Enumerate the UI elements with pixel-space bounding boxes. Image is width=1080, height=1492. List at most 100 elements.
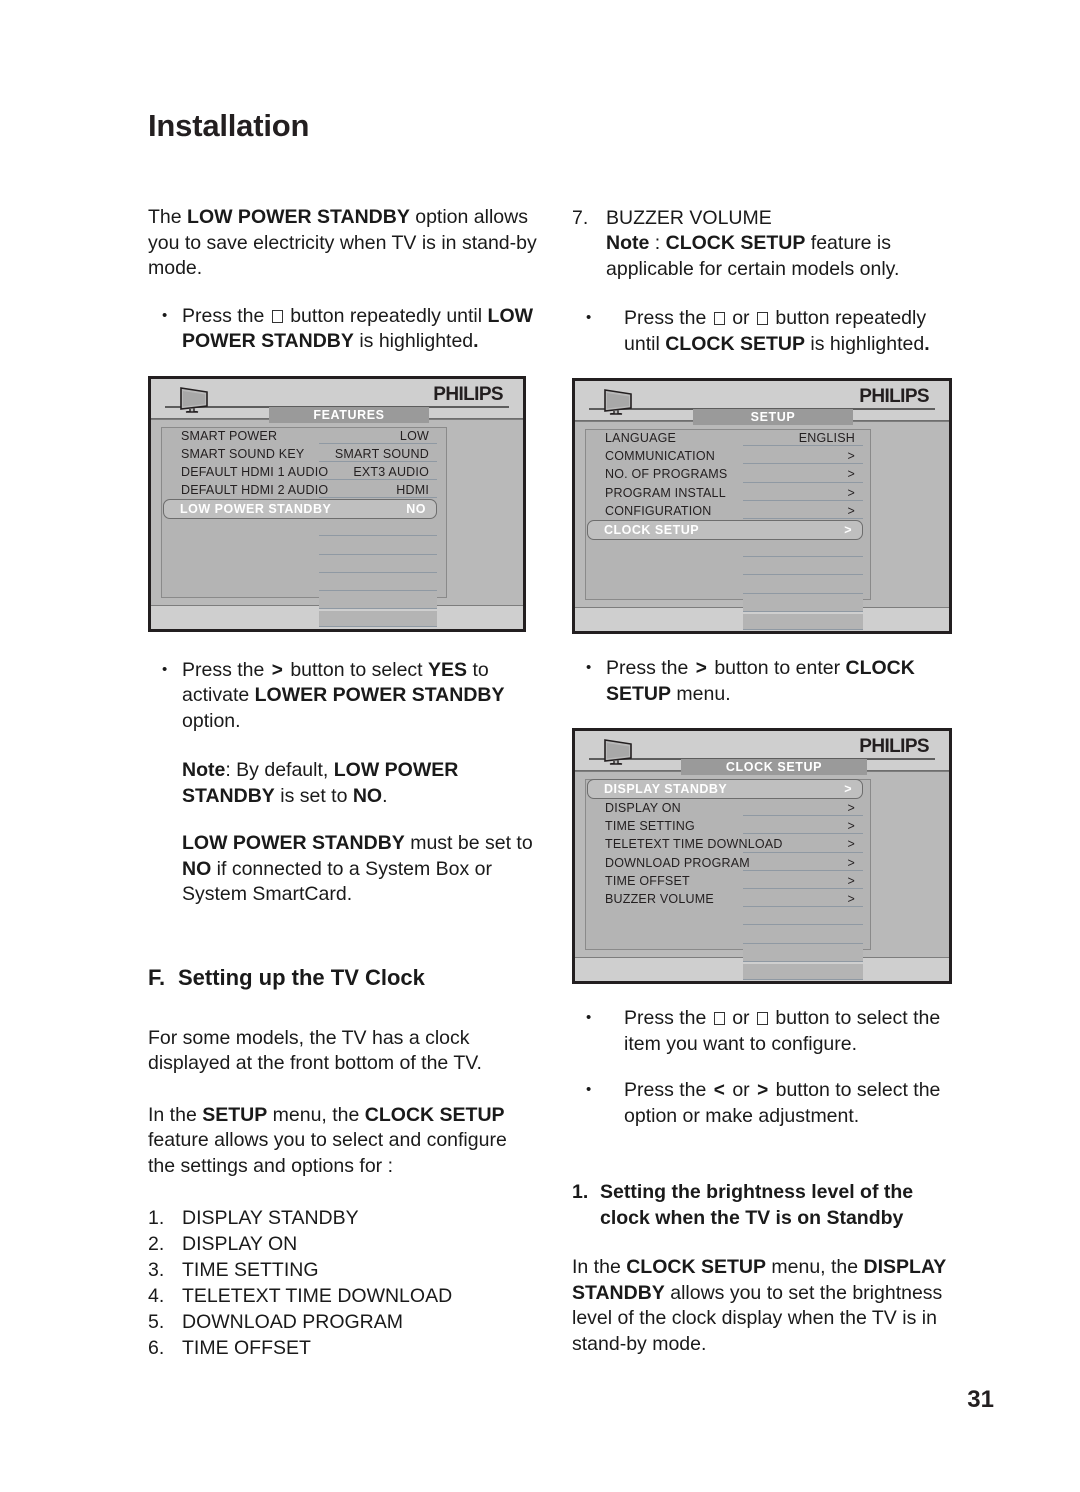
osd-row[interactable]	[585, 558, 939, 576]
osd-row[interactable]	[585, 576, 939, 594]
philips-logo: PHILIPS	[433, 383, 503, 405]
osd-row[interactable]: DEFAULT HDMI 2 AUDIO HDMI	[161, 481, 513, 499]
clock2-bold-setup: SETUP	[202, 1103, 268, 1126]
osd-row[interactable]	[585, 595, 939, 613]
list-item: 4. TELETEXT TIME DOWNLOAD	[148, 1283, 538, 1309]
item7-number: 7.	[572, 207, 589, 229]
osd-row[interactable]: TIME SETTING >	[585, 817, 939, 835]
osd-row[interactable]	[585, 945, 939, 963]
osd-row[interactable]: SMART POWER LOW	[161, 427, 513, 445]
osd-row-value-slot	[743, 909, 863, 926]
osd-clock-setup-menu: PHILIPS CLOCK SETUP DISPLAY STANDBY > DISP…	[572, 728, 952, 984]
osd-row[interactable]: PROGRAM INSTALL >	[585, 484, 939, 502]
rb2-text-a: Press the	[606, 657, 694, 679]
osd-row[interactable]	[161, 537, 513, 555]
note-clock-bold: CLOCK SETUP	[665, 232, 806, 254]
osd-row-highlighted[interactable]: LOW POWER STANDBY NO	[163, 499, 437, 520]
rb1-text-a: Press the	[624, 307, 712, 329]
osd-tab-title: FEATURES	[269, 406, 429, 423]
osd-row[interactable]: NO. OF PROGRAMS >	[585, 465, 939, 483]
page-number: 31	[967, 1386, 994, 1413]
rb1-bold: CLOCK SETUP	[665, 332, 805, 355]
osd-row[interactable]	[585, 613, 939, 631]
osd-row-value-slot	[319, 538, 437, 555]
osd-header: PHILIPS FEATURES	[151, 378, 523, 423]
list-item-label: TELETEXT TIME DOWNLOAD	[182, 1285, 453, 1307]
osd-row[interactable]	[585, 926, 939, 944]
osd-row-list[interactable]: LANGUAGE ENGLISH COMMUNICATION > NO. OF PROG…	[585, 429, 939, 631]
osd-row-label: SMART SOUND KEY	[181, 446, 305, 461]
osd-row-value: >	[847, 801, 855, 816]
osd-row[interactable]	[161, 574, 513, 592]
bullet1-text-b: button repeatedly until	[284, 304, 488, 327]
closing-bold-clock-setup: CLOCK SETUP	[626, 1256, 766, 1278]
note1-text-c: .	[382, 784, 388, 807]
osd-row[interactable]	[161, 610, 513, 628]
clock-intro-1: For some models, the TV has a clock disp…	[148, 1026, 482, 1075]
clock2-text-c: feature allows you to select and configu…	[148, 1129, 507, 1177]
list-item: 3. TIME SETTING	[148, 1257, 538, 1283]
osd-tab-title: SETUP	[693, 409, 853, 425]
note-label: Note	[182, 759, 226, 781]
osd-body: DISPLAY STANDBY > DISPLAY ON > TIME SETTING >…	[575, 771, 949, 980]
note1-text-a: : By default,	[225, 759, 334, 781]
note2-bold1: LOW POWER STANDBY	[182, 832, 405, 854]
osd-row-value: >	[847, 449, 855, 464]
left-bullet-list-2: Press the > button to select YES to acti…	[148, 657, 538, 735]
osd-row-value-slot	[743, 448, 863, 465]
osd-row[interactable]: TIME OFFSET >	[585, 872, 939, 890]
osd-row-label: TIME SETTING	[605, 819, 695, 834]
osd-row[interactable]: DISPLAY ON >	[585, 799, 939, 817]
osd-row[interactable]: CONFIGURATION >	[585, 502, 939, 520]
osd-row[interactable]	[585, 908, 939, 926]
osd-row[interactable]	[161, 519, 513, 537]
right-bullet-list-3: Press the or button to select the item y…	[572, 1005, 964, 1129]
osd-row-value-slot	[743, 577, 863, 594]
osd-row-label: DEFAULT HDMI 2 AUDIO	[181, 483, 329, 498]
list-item-number: 3.	[148, 1259, 165, 1281]
bullet-select-yes: Press the > button to select YES to acti…	[148, 657, 538, 735]
bullet-press-until-clock-setup: Press the or button repeatedly until CLO…	[572, 305, 964, 357]
osd-row-value: >	[847, 485, 855, 500]
note1-text-b: is set to	[274, 784, 353, 807]
bullet-press-button: Press the button repeatedly until LOW PO…	[148, 303, 538, 355]
osd-row[interactable]	[161, 592, 513, 610]
osd-row[interactable]	[585, 540, 939, 558]
osd-row[interactable]: SMART SOUND KEY SMART SOUND	[161, 445, 513, 463]
osd-row[interactable]: TELETEXT TIME DOWNLOAD >	[585, 835, 939, 853]
osd-row[interactable]: LANGUAGE ENGLISH	[585, 429, 939, 447]
list-item-label: DISPLAY ON	[182, 1233, 298, 1255]
osd-row-value-slot	[743, 484, 863, 501]
rb3-text-b: or	[726, 1007, 755, 1029]
osd-row-value-slot	[743, 963, 863, 980]
rb2-text-c: menu.	[671, 682, 731, 705]
osd-row[interactable]: DOWNLOAD PROGRAM >	[585, 854, 939, 872]
osd-row[interactable]: BUZZER VOLUME >	[585, 890, 939, 908]
clock-intro-2: In the SETUP menu, the CLOCK SETUP featu…	[148, 1103, 538, 1180]
osd-row[interactable]: DEFAULT HDMI 1 AUDIO EXT3 AUDIO	[161, 463, 513, 481]
osd-row-list[interactable]: DISPLAY STANDBY > DISPLAY ON > TIME SETTING >…	[585, 779, 939, 981]
osd-row[interactable]	[161, 556, 513, 574]
osd-row-value-slot	[743, 872, 863, 889]
note2-bold2: NO	[182, 857, 212, 880]
osd-row-value-slot	[743, 945, 863, 962]
clock2-bold-clock-setup: CLOCK SETUP	[364, 1103, 505, 1126]
osd-row-label: DISPLAY ON	[605, 801, 681, 816]
osd-row-value-slot	[319, 611, 437, 628]
osd-row-value: SMART SOUND	[334, 446, 429, 461]
osd-row[interactable]: COMMUNICATION >	[585, 447, 939, 465]
osd-row-highlighted[interactable]: CLOCK SETUP >	[587, 519, 863, 540]
cursor-key-icon	[271, 309, 283, 323]
clock-feature-item-7: 7. BUZZER VOLUME	[572, 205, 964, 231]
note-system-box: LOW POWER STANDBY must be set to NO if c…	[148, 831, 538, 908]
osd-features-menu: PHILIPS FEATURES SMART POWER LOW SMART SOU…	[148, 375, 526, 632]
osd-row-label: DEFAULT HDMI 1 AUDIO	[181, 464, 329, 479]
subheading-brightness-standby: 1. Setting the brightness level of the c…	[572, 1179, 964, 1231]
osd-row-label: NO. OF PROGRAMS	[605, 467, 728, 482]
osd-row[interactable]	[585, 963, 939, 981]
osd-row-highlighted[interactable]: DISPLAY STANDBY >	[587, 779, 863, 799]
osd-row-value-slot	[319, 593, 437, 610]
note-clock-label: Note	[606, 232, 650, 254]
rb3-text-a: Press the	[624, 1007, 712, 1029]
osd-row-list[interactable]: SMART POWER LOW SMART SOUND KEY SMART SOUND…	[161, 427, 513, 629]
